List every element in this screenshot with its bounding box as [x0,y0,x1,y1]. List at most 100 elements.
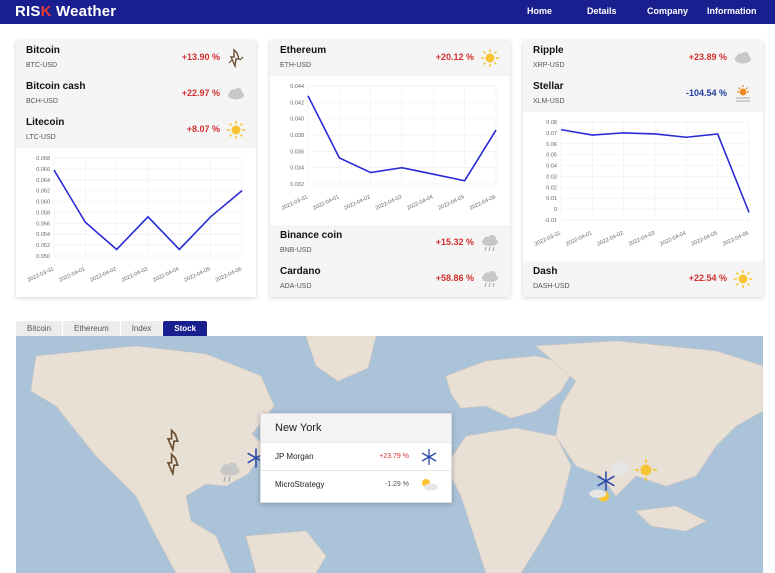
crypto-name: Bitcoin [26,45,60,56]
y-tick-label: 0.036 [290,149,304,155]
cloud-marker-icon[interactable] [608,456,632,480]
crypto-row-binance-coin[interactable]: Binance coin BNB-USD +15.32 % [270,225,510,261]
y-tick-label: 0.038 [290,133,304,139]
crypto-change: +15.32 % [435,237,474,247]
crypto-card-1: Bitcoin BTC-USD +13.90 % Bitcoin cash BC… [16,40,256,297]
y-tick-label: 0.05 [546,153,557,159]
logo-text-suffix: Weather [51,3,117,20]
x-tick-label: 2022-03-31 [534,230,562,247]
crypto-name: Ethereum [280,45,327,56]
y-tick-label: 0.040 [290,117,304,123]
tab-bitcoin[interactable]: Bitcoin [16,321,63,336]
crypto-name: Dash [533,266,558,277]
crypto-row-bitcoin[interactable]: Bitcoin BTC-USD +13.90 % [16,40,256,76]
y-tick-label: 0.058 [36,210,50,216]
x-tick-label: 2022-04-01 [58,266,86,283]
crypto-row-ethereum[interactable]: Ethereum ETH-USD +20.12 % [270,40,510,76]
popup-row-microstrategy[interactable]: MicroStrategy -1.29 % [261,470,451,498]
crypto-pair: ADA-USD [280,283,312,290]
crypto-name: Litecoin [26,117,65,128]
x-tick-label: 2022-04-03 [121,266,149,283]
logo[interactable]: RISK Weather [15,3,116,20]
cloud-icon [735,52,751,64]
price-chart-2: 0.044 0.042 0.040 0.038 0.036 0.034 0.032 2022-… [270,76,510,225]
y-tick-label: 0.052 [36,243,50,249]
stock-change: +23.79 % [379,453,409,460]
price-chart-3: 0.08 0.07 0.06 0.05 0.04 0.03 0.02 0.01 0 -0.01 20… [523,112,763,261]
stock-name: MicroStrategy [275,480,325,489]
y-tick-label: 0.042 [290,100,304,106]
map-popup: New York JP Morgan +23.79 % MicroStrateg… [260,413,452,503]
y-tick-label: 0.04 [546,164,557,170]
crypto-change: -104.54 % [685,88,727,98]
y-tick-label: 0.068 [36,156,50,162]
line-chart: 0.044 0.042 0.040 0.038 0.036 0.034 0.032 2022-… [281,84,497,212]
y-tick-label: 0.03 [546,174,557,180]
sun-cloud-marker-icon[interactable] [588,483,612,507]
crypto-change: +58.86 % [435,273,474,283]
x-tick-label: 2022-04-04 [152,266,180,283]
tab-ethereum[interactable]: Ethereum [63,321,120,336]
y-tick-label: 0.062 [36,189,50,195]
sun-cloud-icon [422,479,438,491]
crypto-pair: LTC-USD [26,134,56,141]
stock-name: JP Morgan [275,452,314,461]
crypto-change: +22.97 % [181,88,220,98]
cloud-icon [228,88,244,100]
logo-text-prefix: RIS [15,3,41,20]
crypto-row-cardano[interactable]: Cardano ADA-USD +58.86 % [270,261,510,297]
y-tick-label: 0.06 [546,142,557,148]
crypto-change: +13.90 % [181,52,220,62]
storm-marker-icon[interactable] [162,428,186,452]
y-tick-label: 0.066 [36,167,50,173]
crypto-pair: ETH-USD [280,62,312,69]
crypto-row-bitcoin-cash[interactable]: Bitcoin cash BCH-USD +22.97 % [16,76,256,112]
x-tick-label: 2022-04-03 [628,230,656,247]
x-tick-label: 2022-03-31 [27,266,55,283]
sun-icon [481,49,499,67]
popup-row-jp-morgan[interactable]: JP Morgan +23.79 % [261,442,451,470]
stock-change: -1.29 % [384,481,409,488]
sun-icon [734,270,752,288]
nav-details[interactable]: Details [587,6,617,16]
rain-cloud-marker-icon[interactable] [218,460,242,484]
y-tick-label: 0 [554,207,557,213]
x-tick-label: 2022-04-05 [690,230,718,247]
x-tick-label: 2022-04-04 [659,230,687,247]
y-tick-label: 0.034 [290,166,304,172]
crypto-row-litecoin[interactable]: Litecoin LTC-USD +8.07 % [16,112,256,148]
nav-information[interactable]: Information [707,6,757,16]
y-tick-label: 0.064 [36,178,50,184]
y-tick-label: 0.044 [290,84,304,90]
x-tick-label: 2022-04-02 [596,230,624,247]
crypto-row-stellar[interactable]: Stellar XLM-USD -104.54 % [523,76,763,112]
x-tick-label: 2022-04-03 [375,194,403,211]
y-tick-label: 0.01 [546,196,557,202]
crypto-row-dash[interactable]: Dash DASH-USD +22.54 % [523,261,763,297]
sun-marker-icon[interactable] [634,458,658,482]
rain-cloud-icon [482,235,498,252]
x-tick-label: 2022-04-06 [215,266,243,283]
x-tick-label: 2022-04-05 [183,266,211,283]
storm-marker-icon[interactable] [162,452,186,476]
crypto-pair: XRP-USD [533,62,565,69]
x-tick-label: 2022-04-06 [722,230,750,247]
crypto-name: Ripple [533,45,564,56]
x-tick-label: 2022-04-02 [343,194,371,211]
tab-stock[interactable]: Stock [163,321,208,336]
line-chart: 0.08 0.07 0.06 0.05 0.04 0.03 0.02 0.01 0 -0.01 20… [534,120,750,248]
x-tick-label: 2022-04-05 [437,194,465,211]
y-tick-label: 0.07 [546,131,557,137]
y-tick-label: 0.050 [36,254,50,260]
nav-company[interactable]: Company [647,6,688,16]
crypto-row-ripple[interactable]: Ripple XRP-USD +23.89 % [523,40,763,76]
x-tick-label: 2022-04-01 [565,230,593,247]
tab-index[interactable]: Index [120,321,163,336]
x-tick-label: 2022-04-06 [469,194,497,211]
y-tick-label: 0.08 [546,120,557,126]
crypto-change: +22.54 % [688,273,727,283]
y-tick-label: 0.032 [290,182,304,188]
crypto-change: +20.12 % [435,52,474,62]
nav-home[interactable]: Home [527,6,552,16]
crypto-pair: BTC-USD [26,62,58,69]
